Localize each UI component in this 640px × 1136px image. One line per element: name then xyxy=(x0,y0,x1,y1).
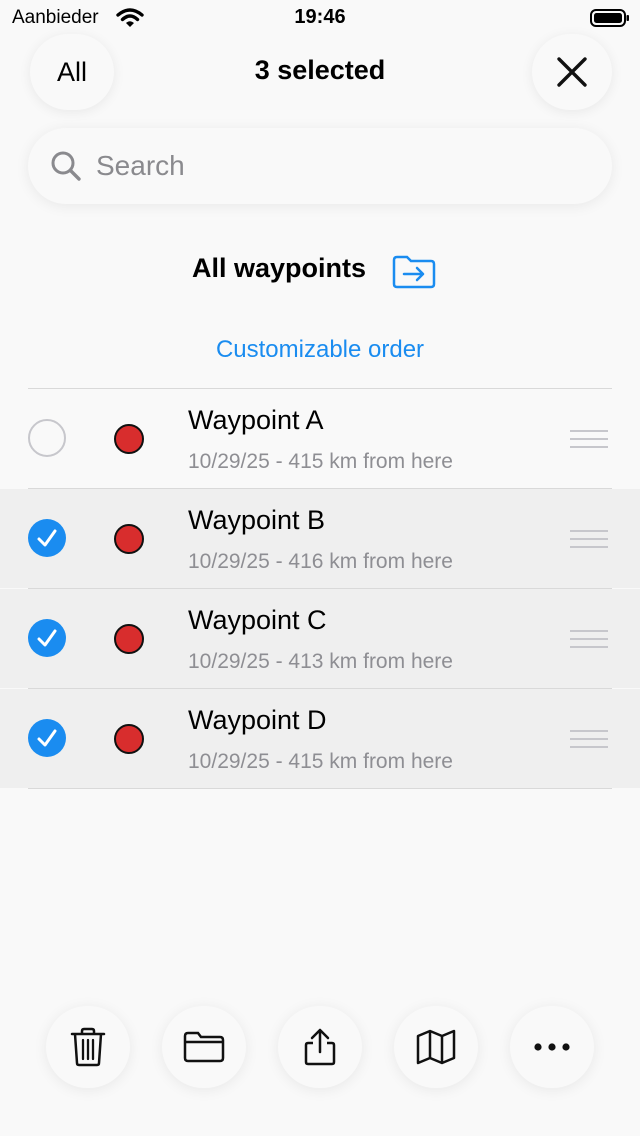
more-options-button[interactable] xyxy=(510,1006,594,1088)
folder-title: All waypoints xyxy=(192,253,367,283)
move-to-folder-button[interactable] xyxy=(162,1006,246,1088)
waypoint-list: Waypoint A 10/29/25 - 415 km from here W… xyxy=(0,388,640,789)
more-icon xyxy=(534,1043,570,1051)
waypoint-marker-icon xyxy=(114,524,144,554)
drag-handle-icon[interactable] xyxy=(570,429,608,449)
waypoint-subtitle: 10/29/25 - 415 km from here xyxy=(188,450,453,473)
share-icon xyxy=(304,1028,336,1066)
checkbox-unchecked[interactable] xyxy=(28,419,66,457)
map-icon xyxy=(416,1029,456,1065)
waypoint-name: Waypoint C xyxy=(188,605,327,635)
divider xyxy=(28,788,612,789)
clock: 19:46 xyxy=(294,6,346,28)
waypoint-row[interactable]: Waypoint C 10/29/25 - 413 km from here xyxy=(0,589,640,688)
waypoint-row[interactable]: Waypoint A 10/29/25 - 415 km from here xyxy=(0,389,640,488)
waypoint-row[interactable]: Waypoint D 10/29/25 - 415 km from here xyxy=(0,689,640,788)
checkbox-checked[interactable] xyxy=(28,519,66,557)
trash-icon xyxy=(70,1027,106,1067)
checkbox-checked[interactable] xyxy=(28,719,66,757)
show-on-map-button[interactable] xyxy=(394,1006,478,1088)
waypoint-marker-icon xyxy=(114,624,144,654)
waypoint-name: Waypoint B xyxy=(188,505,326,535)
checkmark-icon xyxy=(37,629,57,647)
waypoint-name: Waypoint A xyxy=(188,405,324,435)
waypoint-marker-icon xyxy=(114,424,144,454)
close-button[interactable] xyxy=(532,34,612,110)
battery-icon xyxy=(590,9,629,27)
drag-handle-icon[interactable] xyxy=(570,629,608,649)
folder-move-icon[interactable] xyxy=(392,255,436,289)
checkbox-checked[interactable] xyxy=(28,619,66,657)
search-icon xyxy=(51,151,81,181)
drag-handle-icon[interactable] xyxy=(570,729,608,749)
waypoint-subtitle: 10/29/25 - 413 km from here xyxy=(188,650,453,673)
share-button[interactable] xyxy=(278,1006,362,1088)
waypoint-subtitle: 10/29/25 - 416 km from here xyxy=(188,550,453,573)
folder-icon xyxy=(183,1031,225,1063)
drag-handle-icon[interactable] xyxy=(570,529,608,549)
waypoint-subtitle: 10/29/25 - 415 km from here xyxy=(188,750,453,773)
sort-order-link[interactable]: Customizable order xyxy=(0,336,640,364)
close-icon xyxy=(557,57,587,87)
status-bar: Aanbieder 19:46 xyxy=(0,0,640,36)
search-input[interactable] xyxy=(94,140,578,192)
waypoint-row[interactable]: Waypoint B 10/29/25 - 416 km from here xyxy=(0,489,640,588)
waypoint-name: Waypoint D xyxy=(188,705,327,735)
checkmark-icon xyxy=(37,729,57,747)
delete-button[interactable] xyxy=(46,1006,130,1088)
checkmark-icon xyxy=(37,529,57,547)
waypoint-marker-icon xyxy=(114,724,144,754)
